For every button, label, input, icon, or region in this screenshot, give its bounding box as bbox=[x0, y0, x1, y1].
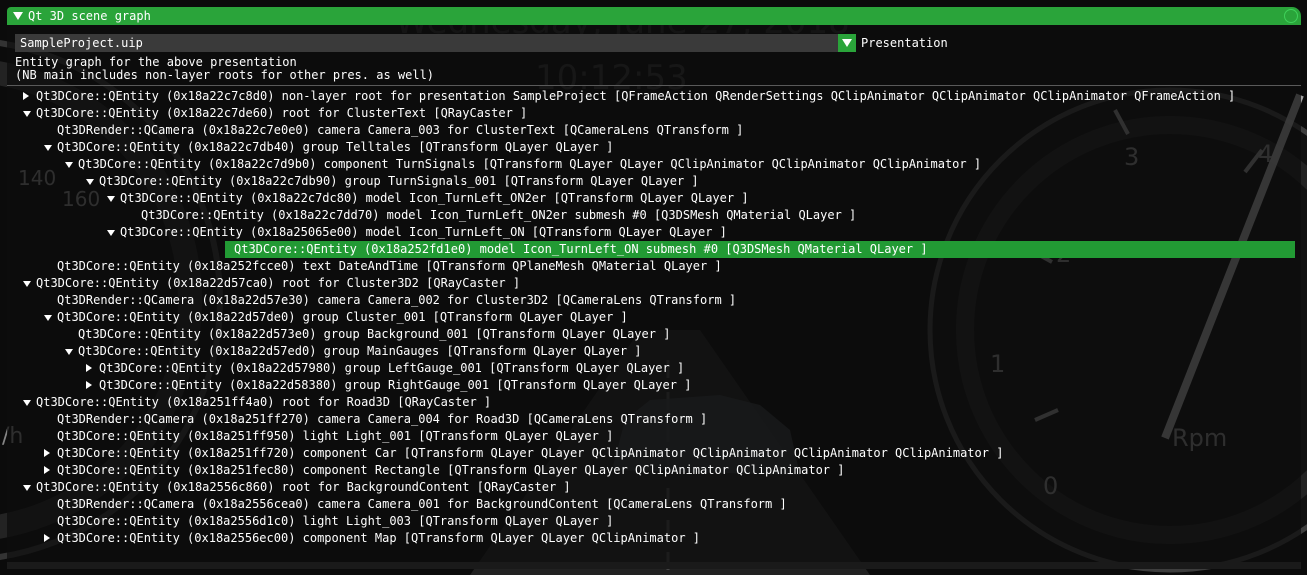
tree-row-label: Qt3DCore::QEntity (0x18a22c7db40) group … bbox=[57, 140, 614, 154]
separator bbox=[7, 85, 1301, 86]
scene-graph-window: Qt 3D scene graph SampleProject.uip Pres… bbox=[7, 7, 1301, 569]
info-line: Entity graph for the above presentation bbox=[15, 55, 297, 69]
collapse-arrow-icon[interactable] bbox=[23, 485, 31, 491]
tree-row[interactable]: Qt3DCore::QEntity (0x18a22d58380) group … bbox=[7, 377, 1301, 394]
tree-row-label: Qt3DRender::QCamera (0x18a2556cea0) came… bbox=[57, 497, 787, 511]
tree-row[interactable]: Qt3DCore::QEntity (0x18a22c7c8d0) non-la… bbox=[7, 88, 1301, 105]
tree-row-label: Qt3DCore::QEntity (0x18a22c7dd70) model … bbox=[141, 208, 857, 222]
tree-row-label: Qt3DCore::QEntity (0x18a2556ec00) compon… bbox=[57, 531, 700, 545]
tree-row-label: Qt3DCore::QEntity (0x18a22d57de0) group … bbox=[57, 310, 628, 324]
tree-row-label: Qt3DCore::QEntity (0x18a2556c860) root f… bbox=[36, 480, 571, 494]
tree-row-label: Qt3DCore::QEntity (0x18a22d57ca0) root f… bbox=[36, 276, 521, 290]
tree-row-label: Qt3DCore::QEntity (0x18a22d58380) group … bbox=[99, 378, 692, 392]
tree-row[interactable]: Qt3DCore::QEntity (0x18a2556d1c0) light … bbox=[7, 513, 1301, 530]
collapse-arrow-icon[interactable] bbox=[107, 196, 115, 202]
collapse-arrow-icon[interactable] bbox=[65, 349, 73, 355]
collapse-arrow-icon[interactable] bbox=[23, 400, 31, 406]
chevron-down-icon bbox=[842, 39, 852, 47]
tree-row[interactable]: Qt3DCore::QEntity (0x18a2556ec00) compon… bbox=[7, 530, 1301, 547]
tree-row[interactable]: Qt3DCore::QEntity (0x18a22c7d9b0) compon… bbox=[7, 156, 1301, 173]
tree-row-label: Qt3DRender::QCamera (0x18a22c7e0e0) came… bbox=[57, 123, 744, 137]
expand-arrow-icon[interactable] bbox=[86, 381, 92, 389]
tree-row[interactable]: Qt3DCore::QEntity (0x18a22c7dd70) model … bbox=[7, 207, 1301, 224]
tree-row[interactable]: Qt3DCore::QEntity (0x18a251ff720) compon… bbox=[7, 445, 1301, 462]
collapse-arrow-icon[interactable] bbox=[65, 162, 73, 168]
tree-row[interactable]: Qt3DRender::QCamera (0x18a22c7e0e0) came… bbox=[7, 122, 1301, 139]
expand-arrow-icon[interactable] bbox=[86, 364, 92, 372]
tree-row-label: Qt3DCore::QEntity (0x18a251fec80) compon… bbox=[57, 463, 845, 477]
tree-row[interactable]: Qt3DCore::QEntity (0x18a22d57ca0) root f… bbox=[7, 275, 1301, 292]
info-text: Entity graph for the above presentation … bbox=[15, 56, 434, 82]
tree-row-label: Qt3DCore::QEntity (0x18a22c7d9b0) compon… bbox=[78, 157, 982, 171]
tree-row-label: Qt3DCore::QEntity (0x18a22d573e0) group … bbox=[78, 327, 671, 341]
presentation-combo-value: SampleProject.uip bbox=[20, 36, 143, 50]
window-title: Qt 3D scene graph bbox=[28, 9, 151, 23]
tree-row-label: Qt3DCore::QEntity (0x18a22c7de60) root f… bbox=[36, 106, 528, 120]
tree-row[interactable]: Qt3DCore::QEntity (0x18a22c7de60) root f… bbox=[7, 105, 1301, 122]
tree-row[interactable]: Qt3DCore::QEntity (0x18a251ff4a0) root f… bbox=[7, 394, 1301, 411]
expand-arrow-icon[interactable] bbox=[23, 92, 29, 100]
tree-row-label: Qt3DCore::QEntity (0x18a251ff950) light … bbox=[57, 429, 614, 443]
tree-row[interactable]: Qt3DCore::QEntity (0x18a22c7db40) group … bbox=[7, 139, 1301, 156]
tree-row[interactable]: Qt3DCore::QEntity (0x18a22d573e0) group … bbox=[7, 326, 1301, 343]
tree-row-label: Qt3DCore::QEntity (0x18a251ff4a0) root f… bbox=[36, 395, 492, 409]
tree-row-label: Qt3DRender::QCamera (0x18a251ff270) came… bbox=[57, 412, 708, 426]
tree-row[interactable]: Qt3DCore::QEntity (0x18a22d57de0) group … bbox=[7, 309, 1301, 326]
tree-row-selected[interactable]: Qt3DCore::QEntity (0x18a252fd1e0) model … bbox=[225, 241, 1295, 258]
tree-row[interactable]: Qt3DCore::QEntity (0x18a22c7dc80) model … bbox=[7, 190, 1301, 207]
presentation-label: Presentation bbox=[861, 36, 948, 50]
close-icon[interactable] bbox=[1284, 9, 1298, 23]
tree-row[interactable]: Qt3DCore::QEntity (0x18a2556c860) root f… bbox=[7, 479, 1301, 496]
info-line: (NB main includes non-layer roots for ot… bbox=[15, 68, 435, 82]
tree-row-label: Qt3DCore::QEntity (0x18a22c7dc80) model … bbox=[120, 191, 749, 205]
horizontal-scrollbar[interactable] bbox=[7, 562, 1301, 569]
collapse-arrow-icon[interactable] bbox=[13, 12, 23, 20]
tree-row-label: Qt3DCore::QEntity (0x18a22d57ed0) group … bbox=[78, 344, 642, 358]
collapse-arrow-icon[interactable] bbox=[44, 145, 52, 151]
tree-row-label: Qt3DCore::QEntity (0x18a22c7db90) group … bbox=[99, 174, 699, 188]
tree-row[interactable]: Qt3DCore::QEntity (0x18a252fcce0) text D… bbox=[7, 258, 1301, 275]
tree-row-label: Qt3DCore::QEntity (0x18a22d57980) group … bbox=[99, 361, 685, 375]
collapse-arrow-icon[interactable] bbox=[86, 179, 94, 185]
expand-arrow-icon[interactable] bbox=[44, 534, 50, 542]
expand-arrow-icon[interactable] bbox=[44, 449, 50, 457]
tree-row[interactable]: Qt3DRender::QCamera (0x18a251ff270) came… bbox=[7, 411, 1301, 428]
presentation-combo[interactable]: SampleProject.uip bbox=[15, 34, 856, 52]
tree-row-label: Qt3DCore::QEntity (0x18a251ff720) compon… bbox=[57, 446, 1004, 460]
tree-row[interactable]: Qt3DCore::QEntity (0x18a251ff950) light … bbox=[7, 428, 1301, 445]
tree-row[interactable]: Qt3DCore::QEntity (0x18a251fec80) compon… bbox=[7, 462, 1301, 479]
tree-row[interactable]: Qt3DCore::QEntity (0x18a25065e00) model … bbox=[7, 224, 1301, 241]
tree-row-label: Qt3DCore::QEntity (0x18a2556d1c0) light … bbox=[57, 514, 614, 528]
tree-row[interactable]: Qt3DCore::QEntity (0x18a22c7db90) group … bbox=[7, 173, 1301, 190]
tree-row[interactable]: Qt3DRender::QCamera (0x18a22d57e30) came… bbox=[7, 292, 1301, 309]
expand-arrow-icon[interactable] bbox=[44, 466, 50, 474]
combo-dropdown-button[interactable] bbox=[838, 34, 856, 52]
collapse-arrow-icon[interactable] bbox=[44, 315, 52, 321]
tree-row[interactable]: Qt3DCore::QEntity (0x18a22d57ed0) group … bbox=[7, 343, 1301, 360]
tree-row-label: Qt3DRender::QCamera (0x18a22d57e30) came… bbox=[57, 293, 737, 307]
collapse-arrow-icon[interactable] bbox=[23, 281, 31, 287]
tree-row-label: Qt3DCore::QEntity (0x18a252fd1e0) model … bbox=[234, 242, 928, 256]
tree-row[interactable]: Qt3DCore::QEntity (0x18a22d57980) group … bbox=[7, 360, 1301, 377]
tree-row-label: Qt3DCore::QEntity (0x18a252fcce0) text D… bbox=[57, 259, 722, 273]
collapse-arrow-icon[interactable] bbox=[107, 230, 115, 236]
tree-row-label: Qt3DCore::QEntity (0x18a22c7c8d0) non-la… bbox=[36, 89, 1236, 103]
tree-row[interactable]: Qt3DRender::QCamera (0x18a2556cea0) came… bbox=[7, 496, 1301, 513]
window-titlebar[interactable]: Qt 3D scene graph bbox=[7, 7, 1301, 25]
collapse-arrow-icon[interactable] bbox=[23, 111, 31, 117]
tree-row-label: Qt3DCore::QEntity (0x18a25065e00) model … bbox=[120, 225, 727, 239]
